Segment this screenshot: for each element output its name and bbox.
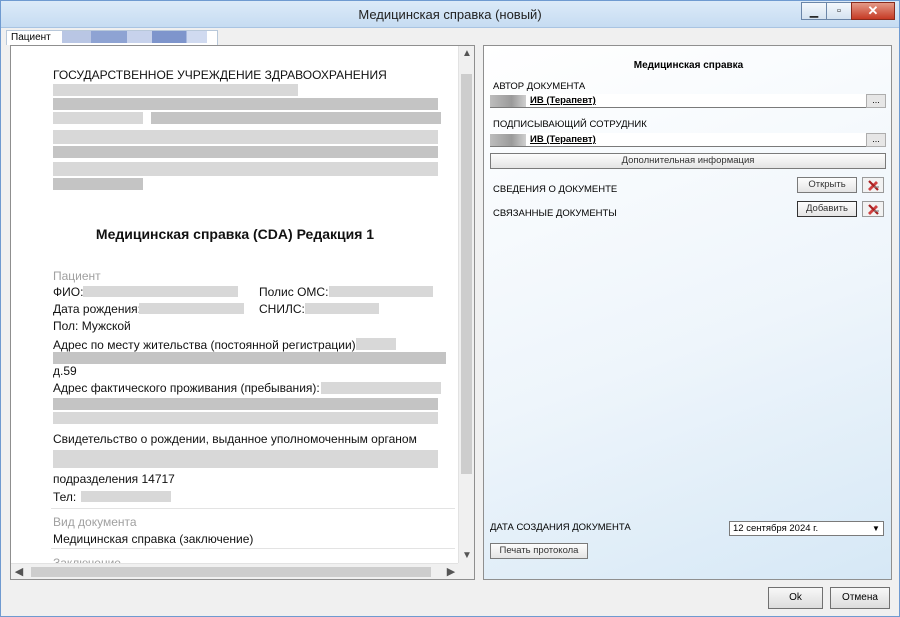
reg-address-tail: д.59 bbox=[53, 364, 77, 378]
doc-info-label: СВЕДЕНИЯ О ДОКУМЕНТЕ bbox=[493, 184, 618, 195]
horizontal-scroll-thumb[interactable] bbox=[31, 567, 431, 577]
delete-doc-info-button[interactable] bbox=[862, 177, 884, 193]
divider bbox=[51, 508, 455, 509]
open-button[interactable]: Открыть bbox=[797, 177, 857, 193]
org-line: ГОСУДАРСТВЕННОЕ УЧРЕЖДЕНИЕ ЗДРАВООХРАНЕН… bbox=[53, 68, 387, 82]
birth-cert-line: Свидетельство о рождении, выданное уполн… bbox=[53, 432, 417, 446]
cancel-button[interactable]: Отмена bbox=[830, 587, 890, 609]
redacted-author-name bbox=[490, 94, 526, 107]
section-patient: Пациент bbox=[53, 269, 101, 283]
close-icon: ✕ bbox=[867, 3, 879, 18]
redacted-text bbox=[53, 98, 438, 110]
scroll-down-icon[interactable]: ▼ bbox=[459, 548, 475, 564]
author-picker-button[interactable]: ... bbox=[866, 94, 886, 108]
delete-related-doc-button[interactable] bbox=[862, 201, 884, 217]
scroll-right-icon[interactable]: ▶ bbox=[443, 564, 459, 580]
author-field[interactable]: ИВ (Терапевт) ... bbox=[490, 94, 886, 108]
signer-label: ПОДПИСЫВАЮЩИЙ СОТРУДНИК bbox=[493, 119, 647, 130]
related-docs-label: СВЯЗАННЫЕ ДОКУМЕНТЫ bbox=[493, 208, 617, 219]
redacted-address bbox=[53, 398, 438, 410]
reg-address-label: Адрес по месту жительства (постоянной ре… bbox=[53, 338, 359, 352]
close-button[interactable]: ✕ bbox=[851, 2, 895, 20]
redacted-text bbox=[53, 84, 298, 96]
redacted-text bbox=[53, 146, 438, 158]
additional-info-button[interactable]: Дополнительная информация bbox=[490, 153, 886, 169]
ok-button[interactable]: Ok bbox=[768, 587, 823, 609]
section-doc-type: Вид документа bbox=[53, 515, 137, 529]
redacted-address bbox=[53, 412, 438, 424]
dept-line: подразделения 14717 bbox=[53, 472, 175, 486]
minimize-button[interactable]: ▁ bbox=[801, 2, 827, 20]
document-title: Медицинская справка (CDA) Редакция 1 bbox=[95, 226, 375, 242]
snils-label: СНИЛС: bbox=[259, 302, 305, 316]
tab-patient[interactable]: Пациент bbox=[6, 30, 218, 45]
add-button[interactable]: Добавить bbox=[797, 201, 857, 217]
fact-address-label: Адрес фактического проживания (пребывани… bbox=[53, 381, 320, 395]
redacted-oms bbox=[329, 286, 433, 297]
dialog-window: Медицинская справка (новый) ▁ ▫ ✕ Пациен… bbox=[0, 0, 900, 617]
birth-label: Дата рождения: bbox=[53, 302, 141, 316]
maximize-icon: ▫ bbox=[837, 5, 841, 17]
created-date-value: 12 сентября 2024 г. bbox=[733, 523, 819, 534]
sex-line: Пол: Мужской bbox=[53, 319, 131, 333]
horizontal-scrollbar[interactable]: ◀ ▶ bbox=[11, 563, 459, 579]
redacted-text bbox=[53, 162, 438, 176]
vertical-scrollbar[interactable]: ▲ ▼ bbox=[458, 46, 474, 564]
redacted-fio bbox=[83, 286, 238, 297]
vertical-scroll-thumb[interactable] bbox=[461, 74, 472, 474]
oms-label: Полис ОМС: bbox=[259, 285, 329, 299]
divider bbox=[51, 548, 455, 549]
redacted-text bbox=[53, 450, 438, 468]
window-title: Медицинская справка (новый) bbox=[358, 7, 542, 22]
document-preview[interactable]: ГОСУДАРСТВЕННОЕ УЧРЕЖДЕНИЕ ЗДРАВООХРАНЕН… bbox=[10, 45, 475, 580]
scroll-up-icon[interactable]: ▲ bbox=[459, 46, 475, 62]
doc-type-value: Медицинская справка (заключение) bbox=[53, 532, 254, 546]
redacted-text bbox=[321, 382, 441, 394]
tab-patient-label: Пациент bbox=[11, 32, 51, 43]
redacted-text bbox=[53, 112, 143, 124]
redacted-snils bbox=[305, 303, 379, 314]
phone-label: Тел: bbox=[53, 490, 77, 504]
window-controls: ▁ ▫ ✕ bbox=[801, 2, 895, 20]
redacted-phone bbox=[81, 491, 171, 502]
redacted-text bbox=[53, 130, 438, 144]
redacted-text bbox=[356, 338, 396, 350]
tab-strip: Пациент bbox=[2, 29, 898, 45]
author-label: АВТОР ДОКУМЕНТА bbox=[493, 81, 586, 92]
chevron-down-icon[interactable]: ▼ bbox=[869, 522, 883, 535]
created-date-select[interactable]: 12 сентября 2024 г. ▼ bbox=[729, 521, 884, 536]
properties-panel: Медицинская справка АВТОР ДОКУМЕНТА ИВ (… bbox=[483, 45, 892, 580]
fio-label: ФИО: bbox=[53, 285, 84, 299]
redacted-text bbox=[53, 178, 143, 190]
delete-icon bbox=[868, 204, 879, 215]
panel-title: Медицинская справка bbox=[633, 60, 744, 71]
document-content: ГОСУДАРСТВЕННОЕ УЧРЕЖДЕНИЕ ЗДРАВООХРАНЕН… bbox=[11, 46, 459, 564]
created-date-label: ДАТА СОЗДАНИЯ ДОКУМЕНТА bbox=[490, 522, 631, 533]
scroll-corner bbox=[458, 563, 474, 579]
scroll-left-icon[interactable]: ◀ bbox=[11, 564, 27, 580]
maximize-button[interactable]: ▫ bbox=[826, 2, 852, 20]
author-value: ИВ (Терапевт) bbox=[530, 95, 596, 106]
redacted-patient-name bbox=[61, 31, 207, 44]
print-protocol-button[interactable]: Печать протокола bbox=[490, 543, 588, 559]
minimize-icon: ▁ bbox=[809, 5, 819, 18]
signer-value: ИВ (Терапевт) bbox=[530, 134, 596, 145]
redacted-text bbox=[151, 112, 441, 124]
signer-field[interactable]: ИВ (Терапевт) ... bbox=[490, 133, 886, 147]
redacted-birth-date bbox=[139, 303, 244, 314]
title-bar[interactable]: Медицинская справка (новый) ▁ ▫ ✕ bbox=[1, 1, 899, 28]
redacted-address bbox=[53, 352, 446, 364]
delete-icon bbox=[868, 180, 879, 191]
signer-picker-button[interactable]: ... bbox=[866, 133, 886, 147]
redacted-signer-name bbox=[490, 133, 526, 146]
